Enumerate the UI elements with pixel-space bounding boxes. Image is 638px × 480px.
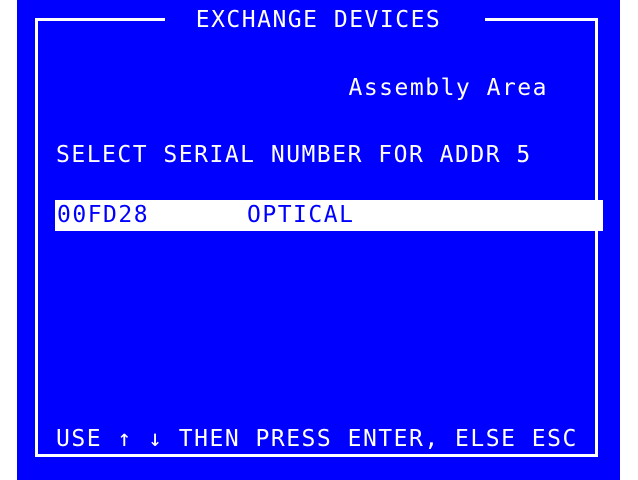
help-text: USE ↑ ↓ THEN PRESS ENTER, ELSE ESC [56, 426, 578, 452]
device-serial: 00FD28 [57, 202, 150, 228]
window-title: EXCHANGE DEVICES [195, 7, 442, 33]
terminal-screen: EXCHANGE DEVICES Assembly Area SELECT SE… [0, 0, 638, 480]
area-label: Assembly Area [348, 75, 548, 101]
device-list-item-selected[interactable]: 00FD28 OPTICAL [55, 200, 603, 231]
device-type: OPTICAL [247, 202, 355, 228]
select-prompt: SELECT SERIAL NUMBER FOR ADDR 5 [56, 142, 532, 168]
exchange-devices-panel: EXCHANGE DEVICES Assembly Area SELECT SE… [17, 0, 620, 480]
